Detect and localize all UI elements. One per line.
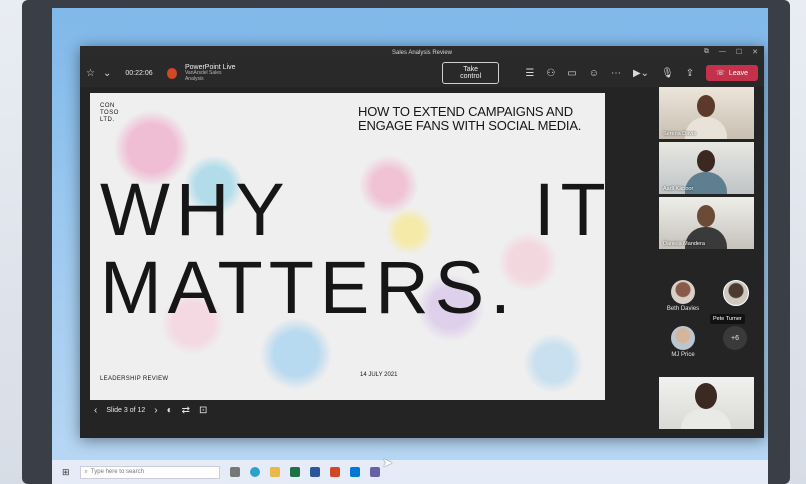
logo-line: CON [100,103,115,109]
participant-tooltip: Pete Turner [710,314,745,324]
participant-video[interactable]: Daniela Mandera [659,197,754,249]
teams-meeting-window: Sales Analysis Review ⧉ — ☐ ✕ ☆ ⌄ 00:22:… [80,46,764,438]
logo-line: TOSO [100,109,119,116]
title-bar: Sales Analysis Review ⧉ — ☐ ✕ [80,46,764,59]
leave-button[interactable]: ☏ Leave [706,65,758,81]
meeting-toolbar: ☆ ⌄ 00:22:06 PowerPoint Live VanArsdel S… [80,59,764,87]
leave-label: Leave [728,69,748,77]
logo-line: LTD. [100,116,115,123]
avatar[interactable] [671,280,695,304]
person-head [695,383,717,409]
slide-title-word: MATTERS. [100,246,517,329]
file-explorer-icon[interactable] [269,467,280,477]
chevron-down-icon[interactable]: ⌄ [103,68,111,79]
slide-title-word: IT [534,168,612,251]
file-name: VanArsdel Sales Analysis [184,70,222,82]
person-body [681,409,731,429]
meeting-stage: CON TOSO LTD. HOW TO EXTEND CAMPAIGNS AN… [80,87,764,438]
participant-video[interactable]: Aadi Kapoor [659,142,754,194]
participant-name: Serena Davis [663,131,697,137]
presentation-slide: CON TOSO LTD. HOW TO EXTEND CAMPAIGNS AN… [90,93,606,400]
maximize-button[interactable]: ☐ [736,48,742,56]
participant-video[interactable]: Serena Davis [659,87,754,139]
task-view-icon[interactable] [229,467,240,477]
camera-icon[interactable]: ▶⌄ [633,68,649,79]
participants-icon[interactable]: ⚇ [546,68,555,79]
toolbar-actions: ☰ ⚇ ▭ ☺ ⋯ ▶⌄ 🎙 ⇪ ☏ Leave [525,65,758,81]
teams-icon[interactable] [369,467,380,477]
slide-date: 14 JULY 2021 [360,372,398,378]
person-head [697,95,715,117]
translate-icon[interactable]: ⇄ [182,405,190,416]
search-icon: ⌕ [84,468,88,475]
taskbar-search[interactable]: ⌕ Type here to search [79,465,220,479]
high-contrast-icon[interactable]: ◐ [167,405,173,416]
presentation-info: PowerPoint Live VanArsdel Sales Analysis [185,64,238,82]
reactions-icon[interactable]: ☺ [589,68,599,79]
slide-footer-label: LEADERSHIP REVIEW [100,376,169,382]
close-button[interactable]: ✕ [752,48,758,56]
outlook-icon[interactable] [349,467,360,477]
participant-name: Daniela Mandera [663,241,705,247]
heading-line: ENGAGE FANS WITH SOCIAL MEDIA. [358,117,582,133]
meeting-timer: 00:22:06 [125,69,153,77]
person-head [697,150,715,172]
word-icon[interactable] [309,467,320,477]
list-icon[interactable]: ☰ [525,68,534,79]
share-screen-icon[interactable]: ⇪ [686,68,694,79]
person-head [697,205,715,227]
window-title: Sales Analysis Review [391,49,453,56]
take-control-button[interactable]: Take control [441,62,500,84]
windows-start-icon[interactable]: ⊞ [62,467,70,478]
contoso-logo: CON TOSO LTD. [100,103,119,124]
desktop-screen: Sales Analysis Review ⧉ — ☐ ✕ ☆ ⌄ 00:22:… [52,8,768,484]
slides-grid-icon[interactable]: ⊡ [199,405,207,416]
slide-heading: HOW TO EXTEND CAMPAIGNS AND ENGAGE FANS … [358,105,598,132]
mouse-cursor-icon: ➤ [382,455,393,470]
self-video[interactable] [659,377,754,429]
monitor-frame: Sales Analysis Review ⧉ — ☐ ✕ ☆ ⌄ 00:22:… [22,0,790,484]
edge-icon[interactable] [249,467,260,477]
search-placeholder: Type here to search [90,469,144,475]
heading-line: HOW TO EXTEND CAMPAIGNS AND [358,104,573,119]
next-slide-icon[interactable]: › [154,405,157,416]
powerpoint-icon [166,67,177,79]
window-controls: ⧉ — ☐ ✕ [704,48,758,56]
slide-title-word: WHY [100,168,291,251]
avatar[interactable] [671,326,695,350]
slide-controls: ‹ Slide 3 of 12 › ◐ ⇄ ⊡ [94,405,207,416]
avatar[interactable] [723,280,749,306]
previous-slide-icon[interactable]: ‹ [94,405,97,416]
participant-name: MJ Price [671,352,695,358]
star-icon[interactable]: ☆ [86,68,95,79]
chat-icon[interactable]: ▭ [567,68,576,79]
more-options-icon[interactable]: ⋯ [611,68,621,79]
windows-taskbar: ⊞ ⌕ Type here to search [52,460,768,484]
more-participants-button[interactable]: +6 [723,326,747,350]
participant-name: Aadi Kapoor [663,186,694,192]
excel-icon[interactable] [289,467,300,477]
participant-name: Beth Davies [666,306,700,312]
popout-button[interactable]: ⧉ [704,48,709,56]
powerpoint-taskbar-icon[interactable] [329,467,340,477]
minimize-button[interactable]: — [719,48,726,56]
phone-hangup-icon: ☏ [716,70,725,77]
microphone-icon[interactable]: 🎙 [661,68,674,79]
slide-counter: Slide 3 of 12 [106,407,146,414]
